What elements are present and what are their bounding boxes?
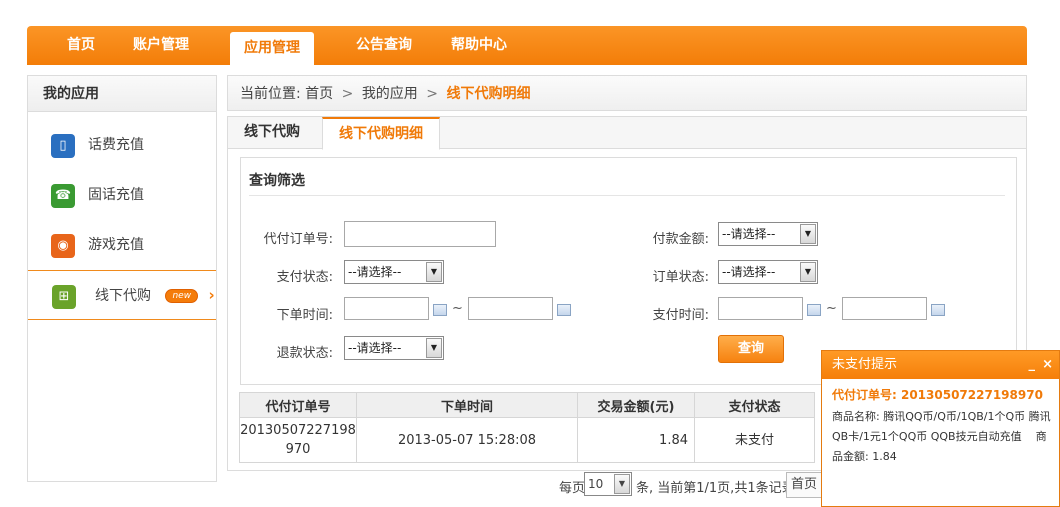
first-page-button[interactable]: 首页	[786, 472, 826, 498]
telephone-icon: ☎	[51, 184, 75, 208]
pay-status-label: 支付状态:	[276, 270, 333, 285]
sidebar-item-game-recharge[interactable]: ◉ 游戏充值	[28, 220, 216, 270]
amount-cell: 1.84	[577, 417, 695, 463]
tab-bar: 线下代购 线下代购明细	[228, 117, 1026, 150]
sidebar: 我的应用 ▯ 话费充值 ☎ 固话充值 ◉ 游戏充值 ⊞ 线下代购 new ›	[27, 75, 217, 482]
calendar-icon[interactable]	[557, 304, 571, 316]
refund-status-select-value: --请选择--	[348, 341, 402, 355]
sidebar-item-offline-purchase[interactable]: ⊞ 线下代购 new ›	[28, 270, 216, 320]
close-icon[interactable]: ×	[1042, 351, 1053, 379]
pay-status-select-value: --请选择--	[348, 265, 402, 279]
popup-product-name: 商品名称: 腾讯QQ币/Q币/1QB/1个Q币 腾讯QB卡/1元1个QQ币 QQ…	[832, 410, 1051, 463]
pay-time-label: 支付时间:	[652, 308, 709, 323]
pay-status-select[interactable]: --请选择-- ▼	[344, 260, 444, 284]
breadcrumb-separator: >	[341, 86, 354, 102]
tab-offline-purchase[interactable]: 线下代购	[228, 117, 316, 149]
dropdown-arrow-icon: ▼	[614, 474, 630, 494]
refund-status-select[interactable]: --请选择-- ▼	[344, 336, 444, 360]
column-header: 代付订单号	[239, 392, 357, 418]
order-time-start-input[interactable]	[344, 297, 429, 320]
filter-title: 查询筛选	[249, 170, 1005, 196]
popup-title: 未支付提示	[832, 357, 898, 372]
dropdown-arrow-icon: ▼	[800, 262, 816, 282]
sidebar-item-label: 游戏充值	[88, 237, 144, 253]
breadcrumb-my-apps[interactable]: 我的应用	[362, 86, 418, 102]
page-summary: 条, 当前第1/1页,共1条记录	[636, 481, 795, 496]
chevron-right-icon: ›	[208, 286, 215, 304]
popup-header: 未支付提示 _ ×	[822, 351, 1059, 379]
order-no-input[interactable]	[344, 221, 496, 247]
amount-select[interactable]: --请选择-- ▼	[718, 222, 818, 246]
sidebar-title: 我的应用	[28, 76, 216, 112]
order-no-label: 代付订单号:	[263, 232, 333, 247]
column-header: 下单时间	[356, 392, 578, 418]
order-table: 代付订单号 下单时间 交易金额(元) 支付状态 20130507227198 9…	[239, 392, 815, 463]
order-no-part: 20130507227198	[240, 423, 356, 438]
status-cell: 未支付	[694, 417, 815, 463]
amount-select-value: --请选择--	[722, 227, 776, 241]
nav-announcements[interactable]: 公告查询	[356, 26, 412, 65]
breadcrumb-separator: >	[426, 86, 438, 102]
new-badge: new	[165, 289, 199, 303]
nav-help-center[interactable]: 帮助中心	[451, 26, 507, 65]
minimize-icon[interactable]: _	[1029, 351, 1036, 379]
refund-status-label: 退款状态:	[276, 346, 333, 361]
table-header-row: 代付订单号 下单时间 交易金额(元) 支付状态	[239, 392, 815, 418]
sidebar-item-label: 话费充值	[88, 137, 144, 153]
order-status-select[interactable]: --请选择-- ▼	[718, 260, 818, 284]
column-header: 支付状态	[694, 392, 815, 418]
order-time-label: 下单时间:	[276, 308, 333, 323]
table-row[interactable]: 20130507227198 970 2013-05-07 15:28:08 1…	[239, 417, 815, 463]
pay-time-end-input[interactable]	[842, 297, 927, 320]
breadcrumb-current: 线下代购明细	[446, 86, 531, 102]
order-status-label: 订单状态:	[652, 270, 709, 285]
popup-order-no: 代付订单号: 20130507227198970	[832, 388, 1043, 402]
column-header: 交易金额(元)	[577, 392, 695, 418]
tab-offline-purchase-details[interactable]: 线下代购明细	[322, 117, 440, 150]
shopping-cart-icon: ⊞	[52, 285, 76, 309]
dropdown-arrow-icon: ▼	[426, 262, 442, 282]
sidebar-item-label: 线下代购	[95, 288, 151, 304]
breadcrumb-home[interactable]: 首页	[305, 86, 333, 102]
calendar-icon[interactable]	[807, 304, 821, 316]
dropdown-arrow-icon: ▼	[426, 338, 442, 358]
dropdown-arrow-icon: ▼	[800, 224, 816, 244]
popup-amount: 商品金额: 1.84	[832, 430, 1047, 463]
sidebar-item-phone-recharge[interactable]: ▯ 话费充值	[28, 120, 216, 170]
calendar-icon[interactable]	[931, 304, 945, 316]
sidebar-item-landline-recharge[interactable]: ☎ 固话充值	[28, 170, 216, 220]
per-page-select[interactable]: 10 ▼	[584, 472, 632, 496]
per-page-label: 每页	[559, 481, 586, 496]
nav-home[interactable]: 首页	[67, 26, 95, 65]
mobile-phone-icon: ▯	[51, 134, 75, 158]
unpaid-notice-popup: 未支付提示 _ × 代付订单号: 20130507227198970 商品名称:…	[821, 350, 1060, 507]
order-no-part: 970	[285, 442, 311, 457]
gamepad-icon: ◉	[51, 234, 75, 258]
order-status-select-value: --请选择--	[722, 265, 776, 279]
sidebar-item-label: 固话充值	[88, 187, 144, 203]
nav-app-management[interactable]: 应用管理	[230, 32, 314, 65]
range-separator: ~	[826, 301, 837, 316]
breadcrumb: 当前位置: 首页 > 我的应用 > 线下代购明细	[227, 75, 1027, 111]
query-button[interactable]: 查询	[718, 335, 784, 363]
amount-label: 付款金额:	[652, 232, 709, 247]
popup-body: 代付订单号: 20130507227198970 商品名称: 腾讯QQ币/Q币/…	[822, 379, 1059, 467]
order-no-cell: 20130507227198 970	[239, 417, 357, 463]
breadcrumb-prefix: 当前位置:	[240, 86, 301, 102]
per-page-value: 10	[588, 477, 604, 491]
order-time-end-input[interactable]	[468, 297, 553, 320]
range-separator: ~	[452, 301, 463, 316]
pay-time-start-input[interactable]	[718, 297, 803, 320]
order-time-cell: 2013-05-07 15:28:08	[356, 417, 578, 463]
calendar-icon[interactable]	[433, 304, 447, 316]
top-nav-bar: 首页 账户管理 应用管理 公告查询 帮助中心	[27, 26, 1027, 65]
nav-account-management[interactable]: 账户管理	[133, 26, 189, 65]
